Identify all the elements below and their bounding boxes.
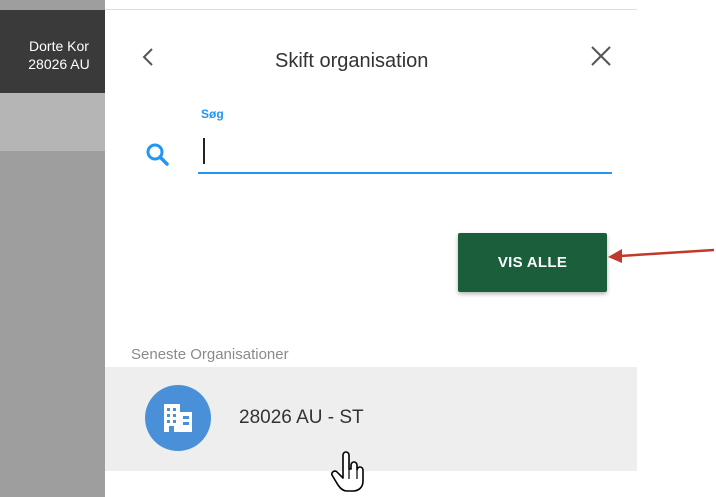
show-all-button[interactable]: VIS ALLE [458,233,607,292]
back-button[interactable] [141,46,155,72]
dialog-title: Skift organisation [275,50,429,72]
building-icon [164,404,192,432]
list-item[interactable]: 28026 AU - ST [105,367,637,471]
avatar [145,385,211,451]
recent-heading: Seneste Organisationer [131,346,289,363]
user-org: 28026 AU [28,56,90,72]
switch-organisation-panel: Skift organisation Søg VIS ALLE Seneste … [105,10,637,497]
search-input[interactable] [198,136,612,174]
close-button[interactable] [589,44,615,70]
text-cursor [203,138,205,164]
search-label: Søg [201,107,224,121]
background-band [0,93,105,151]
user-info: Dorte Kor 28026 AU [0,10,105,93]
search-icon [146,143,169,166]
annotation-arrow [608,248,715,263]
chevron-left-icon [142,48,153,66]
close-icon [591,46,611,66]
user-name: Dorte Kor [29,38,89,54]
hand-cursor-icon [331,451,364,492]
background-app: Dorte Kor 28026 AU [0,0,105,497]
list-item-label: 28026 AU - ST [239,407,364,428]
